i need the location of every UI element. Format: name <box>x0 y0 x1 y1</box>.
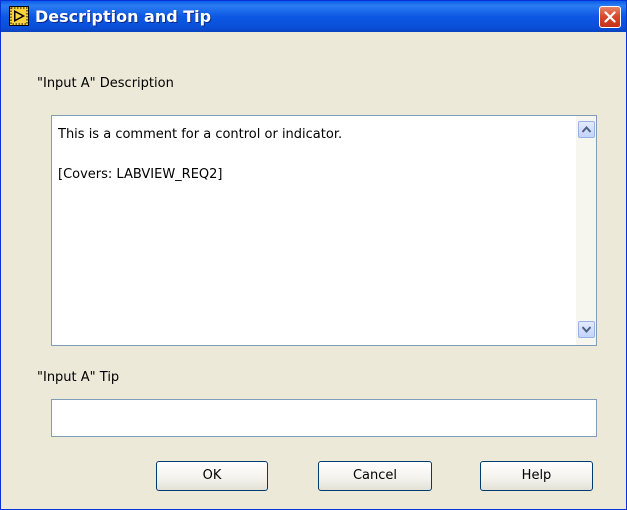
ok-button[interactable]: OK <box>156 461 268 491</box>
description-line-1: This is a comment for a control or indic… <box>58 127 343 142</box>
description-line-2: [Covers: LABVIEW_REQ2] <box>58 167 223 182</box>
vertical-scrollbar[interactable] <box>576 116 596 345</box>
window-title: Description and Tip <box>35 7 212 26</box>
tip-input[interactable] <box>51 399 597 437</box>
close-icon <box>604 11 616 23</box>
scroll-down-arrow-icon <box>582 326 591 333</box>
help-button[interactable]: Help <box>480 461 593 491</box>
scroll-up-arrow-icon <box>582 126 591 133</box>
tip-label: "Input A" Tip <box>37 370 120 385</box>
cancel-button[interactable]: Cancel <box>318 461 432 491</box>
description-text[interactable]: This is a comment for a control or indic… <box>58 125 558 205</box>
description-label: "Input A" Description <box>37 76 174 91</box>
scroll-up-button[interactable] <box>578 121 595 138</box>
description-textarea[interactable]: This is a comment for a control or indic… <box>51 115 597 346</box>
close-button[interactable] <box>599 6 621 28</box>
scroll-down-button[interactable] <box>578 321 595 338</box>
labview-run-icon <box>9 6 29 26</box>
title-bar[interactable]: Description and Tip <box>1 1 626 32</box>
description-and-tip-dialog: Description and Tip "Input A" Descriptio… <box>0 0 627 510</box>
